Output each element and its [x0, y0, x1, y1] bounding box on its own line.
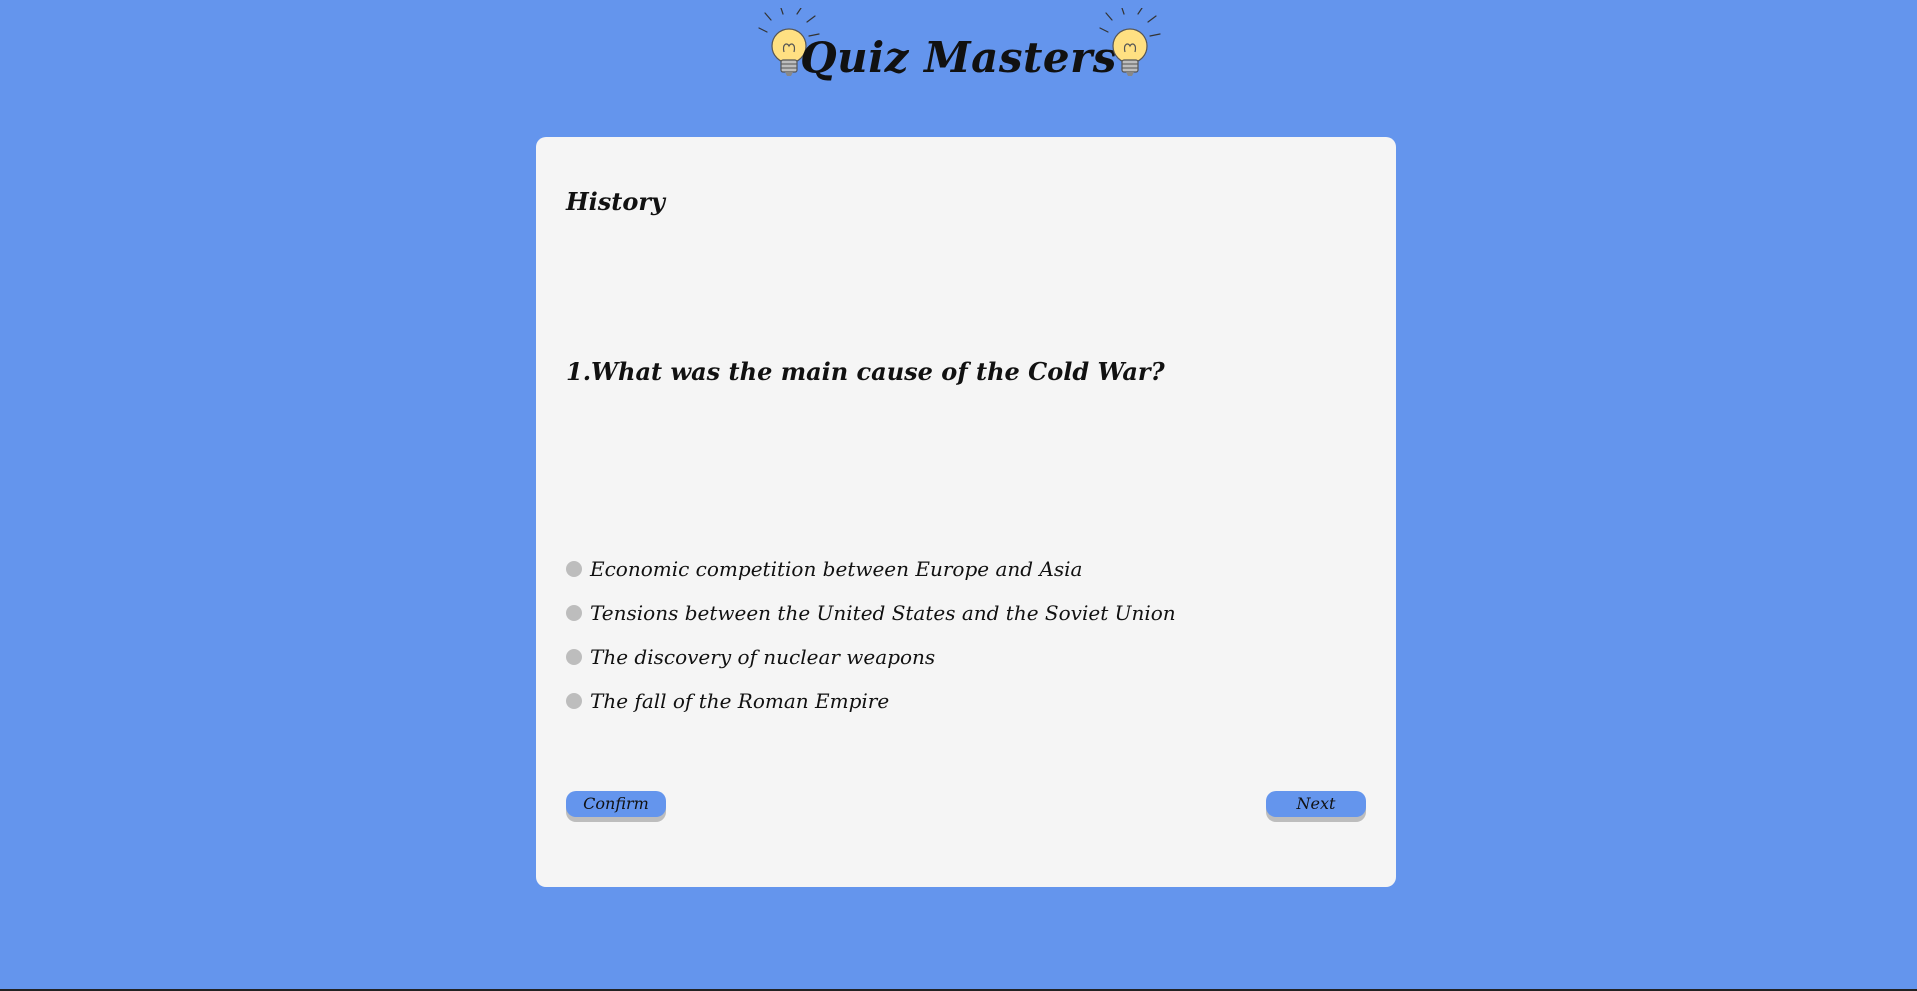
lightbulb-icon	[1099, 8, 1161, 76]
confirm-button[interactable]: Confirm	[566, 791, 666, 817]
answer-option[interactable]: Economic competition between Europe and …	[566, 547, 1176, 591]
question-text: 1.What was the main cause of the Cold Wa…	[566, 357, 1165, 386]
next-button[interactable]: Next	[1266, 791, 1366, 817]
quiz-card: History 1.What was the main cause of the…	[536, 137, 1396, 887]
quiz-category: History	[566, 187, 665, 216]
answer-label: Tensions between the United States and t…	[590, 601, 1176, 625]
answer-option[interactable]: The fall of the Roman Empire	[566, 679, 1176, 723]
answer-label: Economic competition between Europe and …	[590, 557, 1083, 581]
radio-button[interactable]	[566, 561, 582, 577]
radio-button[interactable]	[566, 693, 582, 709]
answer-label: The discovery of nuclear weapons	[590, 645, 936, 669]
radio-button[interactable]	[566, 605, 582, 621]
answer-option[interactable]: The discovery of nuclear weapons	[566, 635, 1176, 679]
radio-button[interactable]	[566, 649, 582, 665]
answer-option[interactable]: Tensions between the United States and t…	[566, 591, 1176, 635]
answer-list: Economic competition between Europe and …	[566, 547, 1176, 723]
app-title: Quiz Masters	[800, 33, 1117, 82]
app-header: Quiz Masters	[0, 0, 1917, 100]
answer-label: The fall of the Roman Empire	[590, 689, 890, 713]
